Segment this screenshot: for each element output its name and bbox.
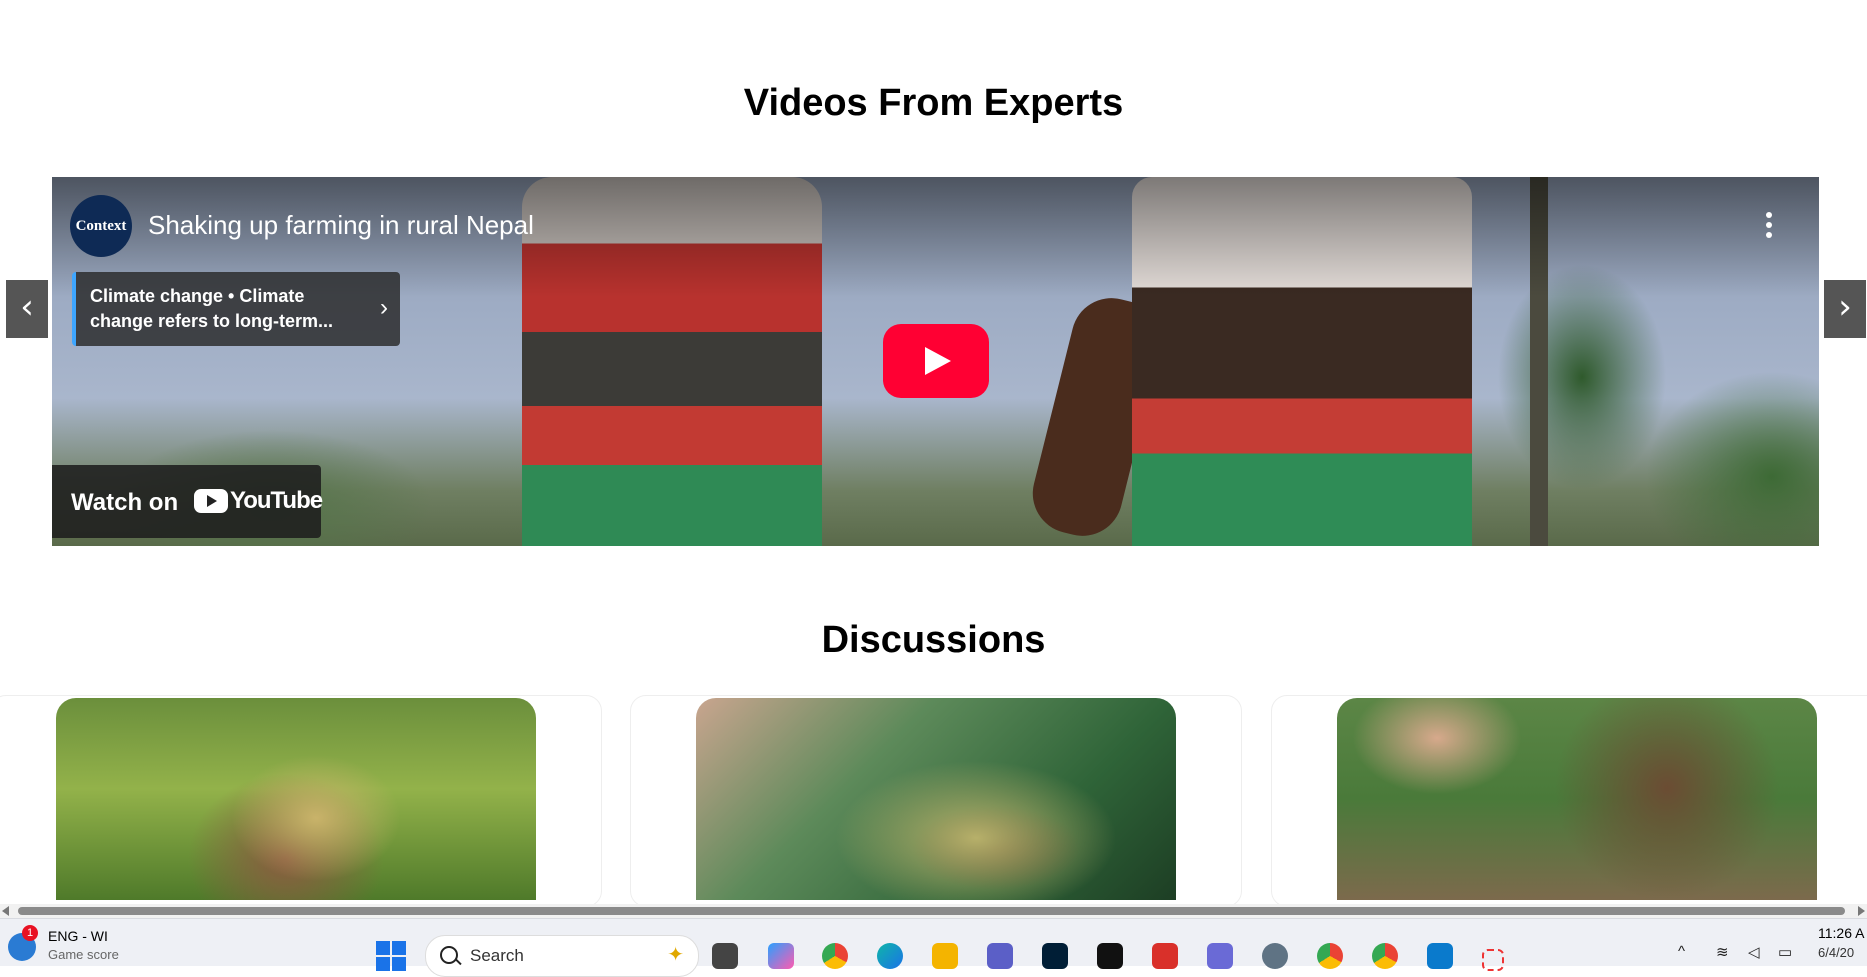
video-title[interactable]: Shaking up farming in rural Nepal bbox=[148, 210, 534, 241]
teams-icon[interactable] bbox=[987, 943, 1013, 969]
widget-subtext: Game score bbox=[48, 947, 119, 962]
play-icon bbox=[925, 347, 951, 375]
volume-icon[interactable]: ◁ bbox=[1748, 943, 1760, 961]
carousel-prev-button[interactable]: ‹ bbox=[6, 280, 48, 338]
carousel-next-button[interactable]: › bbox=[1824, 280, 1866, 338]
app-icon[interactable] bbox=[1152, 943, 1178, 969]
wifi-icon[interactable]: ≋ bbox=[1716, 943, 1729, 961]
search-placeholder: Search bbox=[470, 946, 524, 965]
windows-start-icon[interactable] bbox=[376, 941, 406, 971]
channel-avatar[interactable]: Context bbox=[70, 195, 132, 257]
info-card[interactable]: Climate change • Climate change refers t… bbox=[72, 272, 400, 346]
videos-section-title: Videos From Experts bbox=[743, 82, 1124, 124]
photoshop-icon[interactable] bbox=[1042, 943, 1068, 969]
notification-badge: 1 bbox=[22, 925, 38, 941]
taskbar-clock[interactable]: 11:26 A bbox=[1818, 925, 1864, 941]
youtube-logo-icon bbox=[194, 489, 228, 513]
taskbar-date[interactable]: 6/4/20 bbox=[1818, 945, 1854, 960]
chevron-right-icon: › bbox=[380, 294, 388, 321]
settings-icon[interactable] bbox=[1262, 943, 1288, 969]
watch-on-youtube-button[interactable]: Watch on YouTube bbox=[52, 465, 323, 538]
search-icon bbox=[440, 946, 458, 964]
chrome-icon[interactable] bbox=[1317, 943, 1343, 969]
file-explorer-icon[interactable] bbox=[932, 943, 958, 969]
youtube-video-player[interactable]: Context Shaking up farming in rural Nepa… bbox=[52, 177, 1819, 546]
discussion-card-image[interactable] bbox=[1337, 698, 1817, 900]
windows-taskbar: 1 ENG - WI Game score Search ✦ ^ ≋ ◁ ▭ 1… bbox=[0, 918, 1867, 977]
task-view-icon[interactable] bbox=[712, 943, 738, 969]
scrollbar-thumb[interactable] bbox=[18, 907, 1845, 915]
scroll-left-icon[interactable] bbox=[2, 906, 9, 916]
discussion-card-image[interactable] bbox=[696, 698, 1176, 900]
discussion-card-image[interactable] bbox=[56, 698, 536, 900]
chrome-icon[interactable] bbox=[822, 943, 848, 969]
copilot-sparkle-icon: ✦ bbox=[667, 944, 684, 966]
chevron-up-icon[interactable]: ^ bbox=[1678, 943, 1685, 960]
discussions-section-title: Discussions bbox=[821, 619, 1046, 661]
vscode-icon[interactable] bbox=[1427, 943, 1453, 969]
battery-icon[interactable]: ▭ bbox=[1778, 943, 1792, 961]
horizontal-scrollbar[interactable] bbox=[0, 904, 1867, 918]
info-card-text: Climate change • Climate change refers t… bbox=[90, 286, 334, 331]
watch-on-label: Watch on bbox=[71, 489, 179, 516]
taskbar-search-box[interactable]: Search ✦ bbox=[425, 935, 699, 977]
chrome-icon[interactable] bbox=[1372, 943, 1398, 969]
edge-icon[interactable] bbox=[877, 943, 903, 969]
app-icon[interactable] bbox=[1207, 943, 1233, 969]
capcut-icon[interactable] bbox=[1097, 943, 1123, 969]
youtube-wordmark: YouTube bbox=[230, 487, 323, 514]
play-button[interactable] bbox=[883, 324, 989, 398]
copilot-icon[interactable] bbox=[768, 943, 794, 969]
snipping-tool-icon[interactable] bbox=[1482, 949, 1504, 971]
language-indicator[interactable]: ENG - WI bbox=[48, 928, 108, 944]
scroll-right-icon[interactable] bbox=[1858, 906, 1865, 916]
more-options-icon[interactable] bbox=[1765, 212, 1773, 242]
